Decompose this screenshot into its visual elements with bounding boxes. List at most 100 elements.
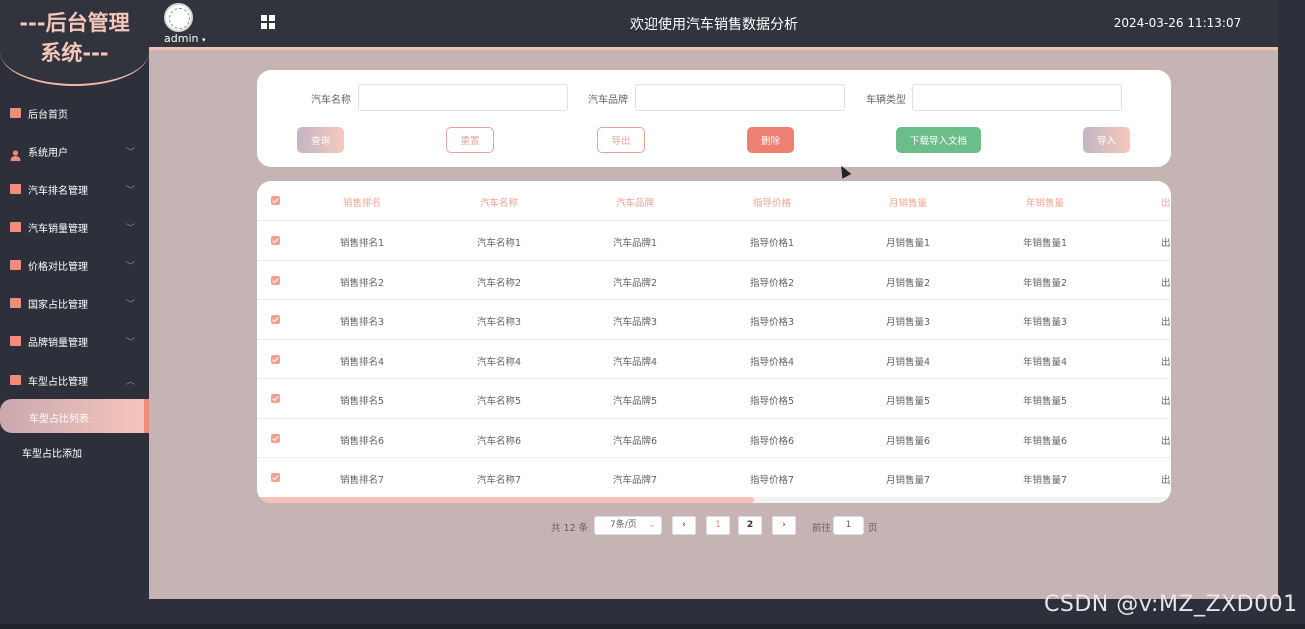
table-cell: 指导价格5 — [749, 396, 795, 407]
import-button[interactable]: 导入 — [1083, 127, 1130, 153]
chart-icon — [10, 184, 21, 194]
sidebar-item-country[interactable]: 国家占比管理 ﹀ — [0, 284, 149, 322]
table-cell: 月销售量6 — [885, 435, 931, 447]
row-checkbox[interactable] — [271, 315, 280, 324]
chart-icon — [10, 336, 21, 346]
submenu-label: 车型占比添加 — [22, 449, 82, 460]
table-cell: 指导价格6 — [749, 435, 795, 447]
table-cell: 汽车品牌4 — [612, 356, 658, 368]
column-header: 出 — [1161, 198, 1171, 209]
table-cell: 销售排名1 — [339, 238, 385, 249]
chevron-down-icon: ﹀ — [126, 337, 136, 348]
table-cell: 出 — [1161, 238, 1171, 249]
sidebar-item-users[interactable]: 系统用户 ﹀ — [0, 132, 149, 170]
table-cell: 销售排名6 — [339, 435, 385, 447]
top-header: admin ▾ 欢迎使用汽车销售数据分析 2024-03-26 11:13:07 — [0, 0, 1278, 47]
pagination-total: 共 12 条 — [551, 523, 589, 534]
table-cell: 汽车品牌2 — [612, 277, 658, 289]
table-cell: 指导价格7 — [749, 475, 795, 486]
avatar[interactable] — [164, 3, 193, 32]
car-name-label: 汽车名称 — [311, 95, 351, 106]
table-row: 销售排名1 汽车名称1 汽车品牌1 指导价格1 月销售量1 年销售量1 出 — [257, 221, 1171, 261]
horizontal-scrollbar-thumb[interactable] — [257, 497, 754, 503]
car-brand-input[interactable] — [635, 84, 845, 111]
table-cell: 销售排名2 — [339, 277, 385, 289]
submenu-label: 车型占比列表 — [29, 414, 89, 425]
row-checkbox[interactable] — [271, 473, 280, 482]
table-row: 销售排名3 汽车名称3 汽车品牌3 指导价格3 月销售量3 年销售量3 出 — [257, 300, 1171, 340]
download-template-button[interactable]: 下载导入文档 — [896, 127, 981, 153]
chevron-down-icon: ﹀ — [126, 147, 136, 158]
column-header: 年销售量 — [1025, 198, 1064, 209]
table-row: 销售排名7 汽车名称7 汽车品牌7 指导价格7 月销售量7 年销售量7 出 — [257, 458, 1171, 498]
table-cell: 年销售量2 — [1022, 277, 1068, 289]
user-dropdown[interactable]: admin ▾ — [164, 32, 205, 45]
sidebar-item-brand[interactable]: 品牌销量管理 ﹀ — [0, 322, 149, 360]
delete-button[interactable]: 删除 — [747, 127, 794, 153]
chevron-down-icon: ﹀ — [126, 299, 136, 310]
row-checkbox[interactable] — [271, 275, 280, 285]
goto-label: 前往 — [812, 523, 832, 534]
table-cell: 月销售量4 — [885, 356, 931, 368]
table-cell: 年销售量4 — [1022, 356, 1068, 368]
sidebar: 后台首页 系统用户 ﹀ 汽车排名管理 ﹀ 汽车销量管理 ﹀ 价格对比管理 ﹀ 国… — [0, 86, 149, 599]
goto-page-input[interactable]: 1 — [833, 516, 864, 535]
query-button[interactable]: 查询 — [297, 127, 344, 153]
prev-page-button[interactable]: ‹ — [672, 516, 696, 535]
column-header: 汽车品牌 — [615, 198, 654, 209]
table-cell: 月销售量2 — [885, 277, 931, 289]
table-cell: 出 — [1161, 435, 1171, 447]
submenu-item-model-list[interactable]: 车型占比列表 — [0, 399, 149, 433]
column-header: 月销售量 — [888, 198, 927, 209]
table-cell: 汽车名称4 — [476, 356, 522, 368]
sidebar-item-label: 价格对比管理 — [28, 261, 88, 273]
row-checkbox[interactable] — [271, 394, 280, 403]
datetime-display: 2024-03-26 11:13:07 — [1113, 16, 1242, 30]
chart-icon — [10, 375, 21, 385]
reset-button[interactable]: 重置 — [446, 127, 494, 153]
page-1-button[interactable]: 1 — [706, 516, 730, 535]
chevron-down-icon: ﹀ — [126, 261, 136, 272]
sidebar-item-home[interactable]: 后台首页 — [0, 94, 149, 132]
caret-down-icon: ▾ — [201, 36, 206, 44]
table-cell: 出 — [1161, 356, 1171, 368]
table-row: 销售排名5 汽车名称5 汽车品牌5 指导价格5 月销售量5 年销售量5 出 — [257, 379, 1171, 419]
select-all-checkbox[interactable] — [271, 196, 280, 205]
page-2-button[interactable]: 2 — [738, 516, 762, 535]
row-checkbox[interactable] — [271, 354, 280, 364]
vehicle-type-label: 车辆类型 — [866, 95, 906, 106]
table-cell: 月销售量3 — [885, 317, 931, 328]
table-cell: 汽车名称1 — [476, 238, 522, 249]
chevron-down-icon: ⌄ — [648, 520, 656, 530]
sidebar-item-sales[interactable]: 汽车销量管理 ﹀ — [0, 208, 149, 246]
menu-toggle-icon[interactable] — [261, 15, 275, 29]
table-cell: 汽车名称6 — [476, 435, 522, 447]
row-checkbox[interactable] — [271, 433, 280, 443]
page-suffix: 页 — [868, 523, 878, 534]
table-cell: 销售排名4 — [339, 356, 385, 368]
table-cell: 年销售量6 — [1022, 435, 1068, 447]
submenu-item-model-add[interactable]: 车型占比添加 — [0, 433, 149, 469]
chevron-down-icon: ﹀ — [126, 185, 136, 196]
next-page-button[interactable]: › — [772, 516, 796, 535]
chevron-left-icon: ‹ — [682, 520, 686, 530]
row-checkbox[interactable] — [271, 236, 280, 245]
export-button[interactable]: 导出 — [597, 127, 645, 153]
car-name-input[interactable] — [358, 84, 568, 111]
sidebar-item-ranking[interactable]: 汽车排名管理 ﹀ — [0, 170, 149, 208]
vehicle-type-input[interactable] — [912, 84, 1122, 111]
sidebar-item-model[interactable]: 车型占比管理 ︿ — [0, 361, 149, 399]
logo: ---后台管理 系统--- — [0, 0, 149, 86]
table-row: 销售排名2 汽车名称2 汽车品牌2 指导价格2 月销售量2 年销售量2 出 — [257, 261, 1171, 300]
table-header-row: 销售排名 汽车名称 汽车品牌 指导价格 月销售量 年销售量 出 — [257, 181, 1171, 221]
sidebar-item-price[interactable]: 价格对比管理 ﹀ — [0, 246, 149, 284]
data-table: 销售排名 汽车名称 汽车品牌 指导价格 月销售量 年销售量 出 销售排名1 汽车名… — [257, 181, 1171, 503]
page-size-select[interactable]: 7条/页 ⌄ — [594, 516, 662, 535]
table-cell: 年销售量1 — [1022, 238, 1068, 249]
chevron-right-icon: › — [782, 520, 786, 530]
table-cell: 汽车名称2 — [476, 277, 522, 289]
table-cell: 销售排名3 — [339, 317, 385, 328]
table-cell: 出 — [1161, 277, 1171, 289]
sidebar-item-label: 品牌销量管理 — [28, 337, 88, 349]
logo-line-1: ---后台管理 — [19, 11, 130, 35]
